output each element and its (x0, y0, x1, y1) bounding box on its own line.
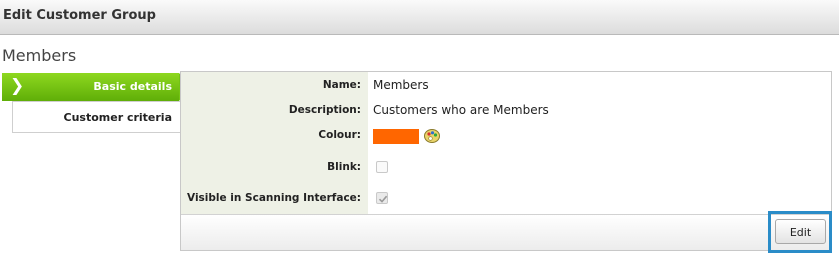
page-title: Members (2, 46, 77, 65)
form-footer (181, 214, 831, 250)
tab-basic-details[interactable]: ❯ Basic details (2, 73, 191, 101)
name-row: Name: Members (181, 74, 831, 98)
check-icon (378, 195, 388, 203)
visible-label: Visible in Scanning Interface: (187, 192, 361, 204)
blink-label: Blink: (327, 161, 361, 173)
description-label: Description: (288, 104, 361, 116)
tab-customer-criteria[interactable]: Customer criteria (12, 101, 180, 133)
palette-icon[interactable] (422, 126, 442, 146)
edit-button[interactable]: Edit (775, 219, 826, 244)
colour-row: Colour: (181, 124, 831, 148)
description-row: Description: Customers who are Members (181, 99, 831, 123)
tab-basic-details-label: Basic details (93, 80, 172, 93)
description-value: Customers who are Members (373, 103, 549, 117)
window-title: Edit Customer Group (3, 8, 156, 23)
colour-label: Colour: (318, 129, 361, 141)
name-label: Name: (322, 79, 361, 91)
visible-row: Visible in Scanning Interface: (181, 187, 831, 211)
form-panel: Name: Members Description: Customers who… (180, 71, 832, 251)
blink-row: Blink: (181, 156, 831, 180)
chevron-right-icon: ❯ (10, 76, 25, 96)
colour-swatch (373, 129, 419, 144)
title-bar: Edit Customer Group (0, 0, 839, 35)
tab-customer-criteria-label: Customer criteria (63, 111, 173, 124)
visible-checkbox[interactable] (376, 192, 388, 204)
name-value: Members (373, 78, 429, 92)
blink-checkbox[interactable] (376, 161, 388, 173)
